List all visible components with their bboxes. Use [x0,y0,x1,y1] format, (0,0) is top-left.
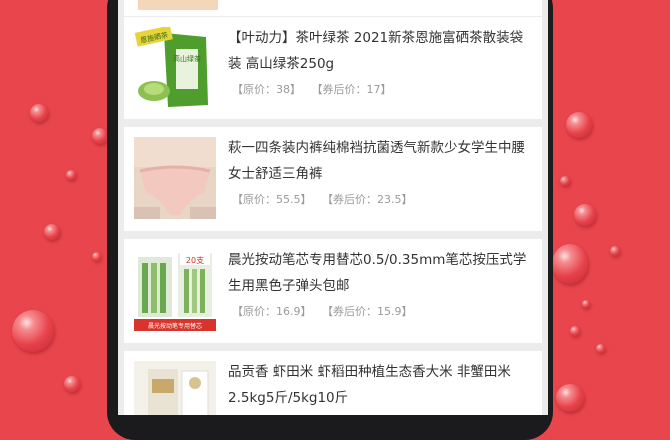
water-drop-decoration [566,112,592,138]
product-thumbnail[interactable]: 20支 晨光按动笔专用替芯 [134,249,216,331]
underwear-photo-image [134,137,216,219]
product-title[interactable]: 萩一四条装内裤纯棉裆抗菌透气新款少女学生中腰女士舒适三角裤 [228,135,528,187]
water-drop-decoration [556,384,584,412]
product-card-partial[interactable] [124,0,542,16]
water-drop-decoration [610,246,620,256]
coupon-price: 【券后价：15.9】 [327,305,413,318]
green-tea-bag-image: 高山绿茶 恩施硒茶 [134,27,216,109]
product-list-screen[interactable]: 高山绿茶 恩施硒茶 【叶动力】茶叶绿茶 2021新茶恩施富硒茶散装袋装 高山绿茶… [118,0,548,415]
water-drop-decoration [92,128,108,144]
water-drop-decoration [44,224,60,240]
water-drop-decoration [30,104,48,122]
water-drop-decoration [66,170,76,180]
water-drop-decoration [64,376,80,392]
product-thumbnail[interactable]: 高山绿茶 恩施硒茶 [134,27,216,109]
water-drop-decoration [582,300,590,308]
product-title[interactable]: 晨光按动笔芯专用替芯0.5/0.35mm笔芯按压式学生用黑色子弹头包邮 [228,247,528,299]
product-card[interactable]: 高山绿茶 恩施硒茶 【叶动力】茶叶绿茶 2021新茶恩施富硒茶散装袋装 高山绿茶… [124,17,542,119]
water-drop-decoration [12,310,54,352]
product-card[interactable]: 20支 晨光按动笔专用替芯 晨光按动笔芯专用替芯0.5/0.35mm笔芯按压式学… [124,239,542,343]
product-thumbnail [138,0,218,10]
price-row: 【原价：55.5】 【券后价：23.5】 [232,191,429,207]
product-title[interactable]: 品贡香 虾田米 虾稻田种植生态香大米 非蟹田米 2.5kg5斤/5kg10斤 [228,359,528,411]
thumb-label-text: 20支 [186,255,204,265]
price-row: 【原价：38】 【券后价：17】 [232,81,408,97]
thumb-badge-text: 晨光按动笔专用替芯 [148,322,202,330]
pen-refill-pack-image: 20支 晨光按动笔专用替芯 [134,249,216,331]
water-drop-decoration [552,244,588,284]
product-card[interactable]: 萩一四条装内裤纯棉裆抗菌透气新款少女学生中腰女士舒适三角裤 【原价：55.5】【… [124,127,542,231]
product-card[interactable]: 品贡香 虾田米 虾稻田种植生态香大米 非蟹田米 2.5kg5斤/5kg10斤 [124,351,542,415]
water-drop-decoration [92,252,101,261]
product-title[interactable]: 【叶动力】茶叶绿茶 2021新茶恩施富硒茶散装袋装 高山绿茶250g [228,25,528,77]
water-drop-decoration [570,326,580,336]
water-drop-decoration [560,176,570,186]
coupon-price: 【券后价：17】 [317,83,392,96]
original-price: 【原价：38】 [232,83,301,96]
product-thumbnail[interactable] [134,137,216,219]
price-row: 【原价：16.9】 【券后价：15.9】 [232,303,429,319]
rice-bag-image [134,361,216,415]
original-price: 【原价：55.5】 [232,193,312,206]
thumb-badge-text: 高山绿茶 [173,54,201,63]
water-drop-decoration [574,204,596,226]
product-thumbnail[interactable] [134,361,216,415]
original-price: 【原价：16.9】 [232,305,312,318]
water-drop-decoration [596,344,605,353]
coupon-price: 【券后价：23.5】 [327,193,413,206]
